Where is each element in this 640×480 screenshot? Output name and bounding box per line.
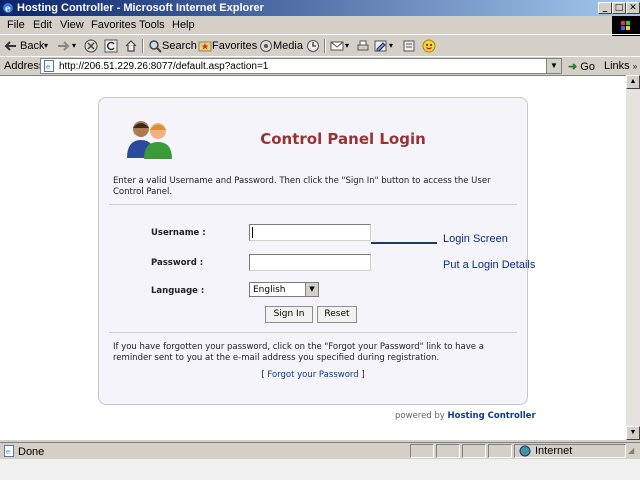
back-arrow-icon <box>4 41 16 51</box>
discuss-icon[interactable] <box>402 39 416 53</box>
annotation-login-details: Put a Login Details <box>443 259 536 271</box>
address-dropdown-icon[interactable]: ▼ <box>546 59 561 73</box>
menu-edit[interactable]: Edit <box>33 19 52 31</box>
close-button[interactable]: ✕ <box>626 2 640 14</box>
powered-by: powered by Hosting Controller <box>395 411 536 421</box>
search-button[interactable]: Search <box>162 38 197 54</box>
links-label: Links <box>604 60 630 72</box>
favorites-icon <box>198 41 212 52</box>
address-url: http://206.51.229.26:8077/default.asp?ac… <box>59 61 269 72</box>
ie-icon: e <box>3 3 13 15</box>
svg-text:e: e <box>5 5 11 15</box>
status-cell <box>410 444 434 458</box>
resize-grip-icon[interactable]: ◢ <box>628 446 634 455</box>
forward-dropdown-icon[interactable]: ▾ <box>72 38 76 54</box>
sign-in-button[interactable]: Sign In <box>265 306 313 323</box>
go-label: Go <box>580 61 595 73</box>
mail-dropdown-icon[interactable]: ▾ <box>345 38 349 54</box>
back-button[interactable]: Back <box>20 38 44 54</box>
messenger-icon[interactable] <box>422 39 436 53</box>
media-icon <box>260 40 272 52</box>
annotation-login-screen: Login Screen <box>443 233 508 245</box>
stop-icon[interactable] <box>84 39 98 53</box>
forgot-password-text: If you have forgotten your password, cli… <box>113 342 484 363</box>
login-instructions: Enter a valid Username and Password. The… <box>113 176 491 197</box>
bracket-open: [ <box>261 370 265 380</box>
maximize-button[interactable]: □ <box>612 2 626 14</box>
login-panel: Control Panel Login Enter a valid Userna… <box>98 97 528 405</box>
divider <box>109 204 517 205</box>
chevron-down-icon[interactable]: ▼ <box>305 283 318 296</box>
annotation-line <box>371 242 437 244</box>
window-titlebar: e Hosting Controller - Microsoft Interne… <box>0 0 640 16</box>
status-cell <box>488 444 512 458</box>
username-label: Username : <box>151 228 206 238</box>
address-bar: Address e http://206.51.229.26:8077/defa… <box>0 56 640 75</box>
status-cell <box>462 444 486 458</box>
powered-by-label: powered by <box>395 411 445 421</box>
forgot-password-link[interactable]: Forgot your Password <box>267 370 358 380</box>
svg-text:e: e <box>6 448 10 456</box>
page-icon: e <box>44 60 54 72</box>
status-text: Done <box>18 446 45 458</box>
bracket-close: ] <box>361 370 365 380</box>
favorites-button[interactable]: Favorites <box>212 38 257 54</box>
print-icon[interactable] <box>356 39 370 53</box>
history-icon[interactable] <box>306 39 320 53</box>
menu-bar: File Edit View Favorites Tools Help <box>0 16 610 34</box>
address-input[interactable]: e http://206.51.229.26:8077/default.asp?… <box>40 58 562 74</box>
menu-file[interactable]: File <box>7 19 25 31</box>
standard-toolbar: Back ▾ ▾ Search Favorites Media ▾ ▾ <box>0 34 640 56</box>
svg-text:e: e <box>46 63 50 71</box>
edit-icon[interactable] <box>374 39 388 53</box>
menu-view[interactable]: View <box>60 19 84 31</box>
globe-icon <box>519 445 531 457</box>
page-done-icon: e <box>4 445 14 457</box>
minimize-button[interactable]: _ <box>598 2 612 14</box>
language-value: English <box>253 285 286 295</box>
page-content: Control Panel Login Enter a valid Userna… <box>0 75 626 440</box>
media-button[interactable]: Media <box>273 38 303 54</box>
refresh-icon[interactable] <box>104 39 118 53</box>
status-bar: e Done Internet ◢ <box>0 442 640 459</box>
divider <box>109 332 517 333</box>
back-dropdown-icon[interactable]: ▾ <box>44 38 48 54</box>
menu-help[interactable]: Help <box>172 19 195 31</box>
windows-logo-icon <box>612 16 640 36</box>
vertical-scrollbar[interactable]: ▲ ▼ <box>626 75 640 440</box>
links-chevron-icon: » <box>632 62 638 71</box>
menu-tools[interactable]: Tools <box>139 19 165 31</box>
login-title: Control Panel Login <box>260 130 426 148</box>
forgot-password-row: [ Forgot your Password ] <box>99 370 527 380</box>
go-button[interactable]: ➜ Go <box>568 60 595 73</box>
desktop-strip <box>0 459 640 480</box>
language-select[interactable]: English ▼ <box>249 282 319 297</box>
reset-button[interactable]: Reset <box>317 306 357 323</box>
edit-dropdown-icon[interactable]: ▾ <box>389 38 393 54</box>
address-label: Address <box>4 60 45 72</box>
powered-by-brand[interactable]: Hosting Controller <box>448 411 536 421</box>
menu-favorites[interactable]: Favorites <box>91 19 136 31</box>
scroll-down-icon[interactable]: ▼ <box>626 426 640 440</box>
window-title: Hosting Controller - Microsoft Internet … <box>17 2 264 14</box>
password-input[interactable] <box>249 254 371 271</box>
status-cell <box>436 444 460 458</box>
language-label: Language : <box>151 286 205 296</box>
username-input[interactable] <box>249 224 371 241</box>
zone-text: Internet <box>535 445 573 457</box>
mail-icon[interactable] <box>330 39 344 53</box>
scroll-up-icon[interactable]: ▲ <box>626 75 640 89</box>
home-icon[interactable] <box>124 39 138 53</box>
password-label: Password : <box>151 258 204 268</box>
text-cursor <box>252 227 253 238</box>
zone-cell: Internet <box>514 444 626 458</box>
search-icon <box>149 40 162 53</box>
forward-arrow-icon[interactable] <box>56 39 70 53</box>
go-arrow-icon: ➜ <box>568 61 578 73</box>
links-button[interactable]: Links » <box>604 60 637 72</box>
